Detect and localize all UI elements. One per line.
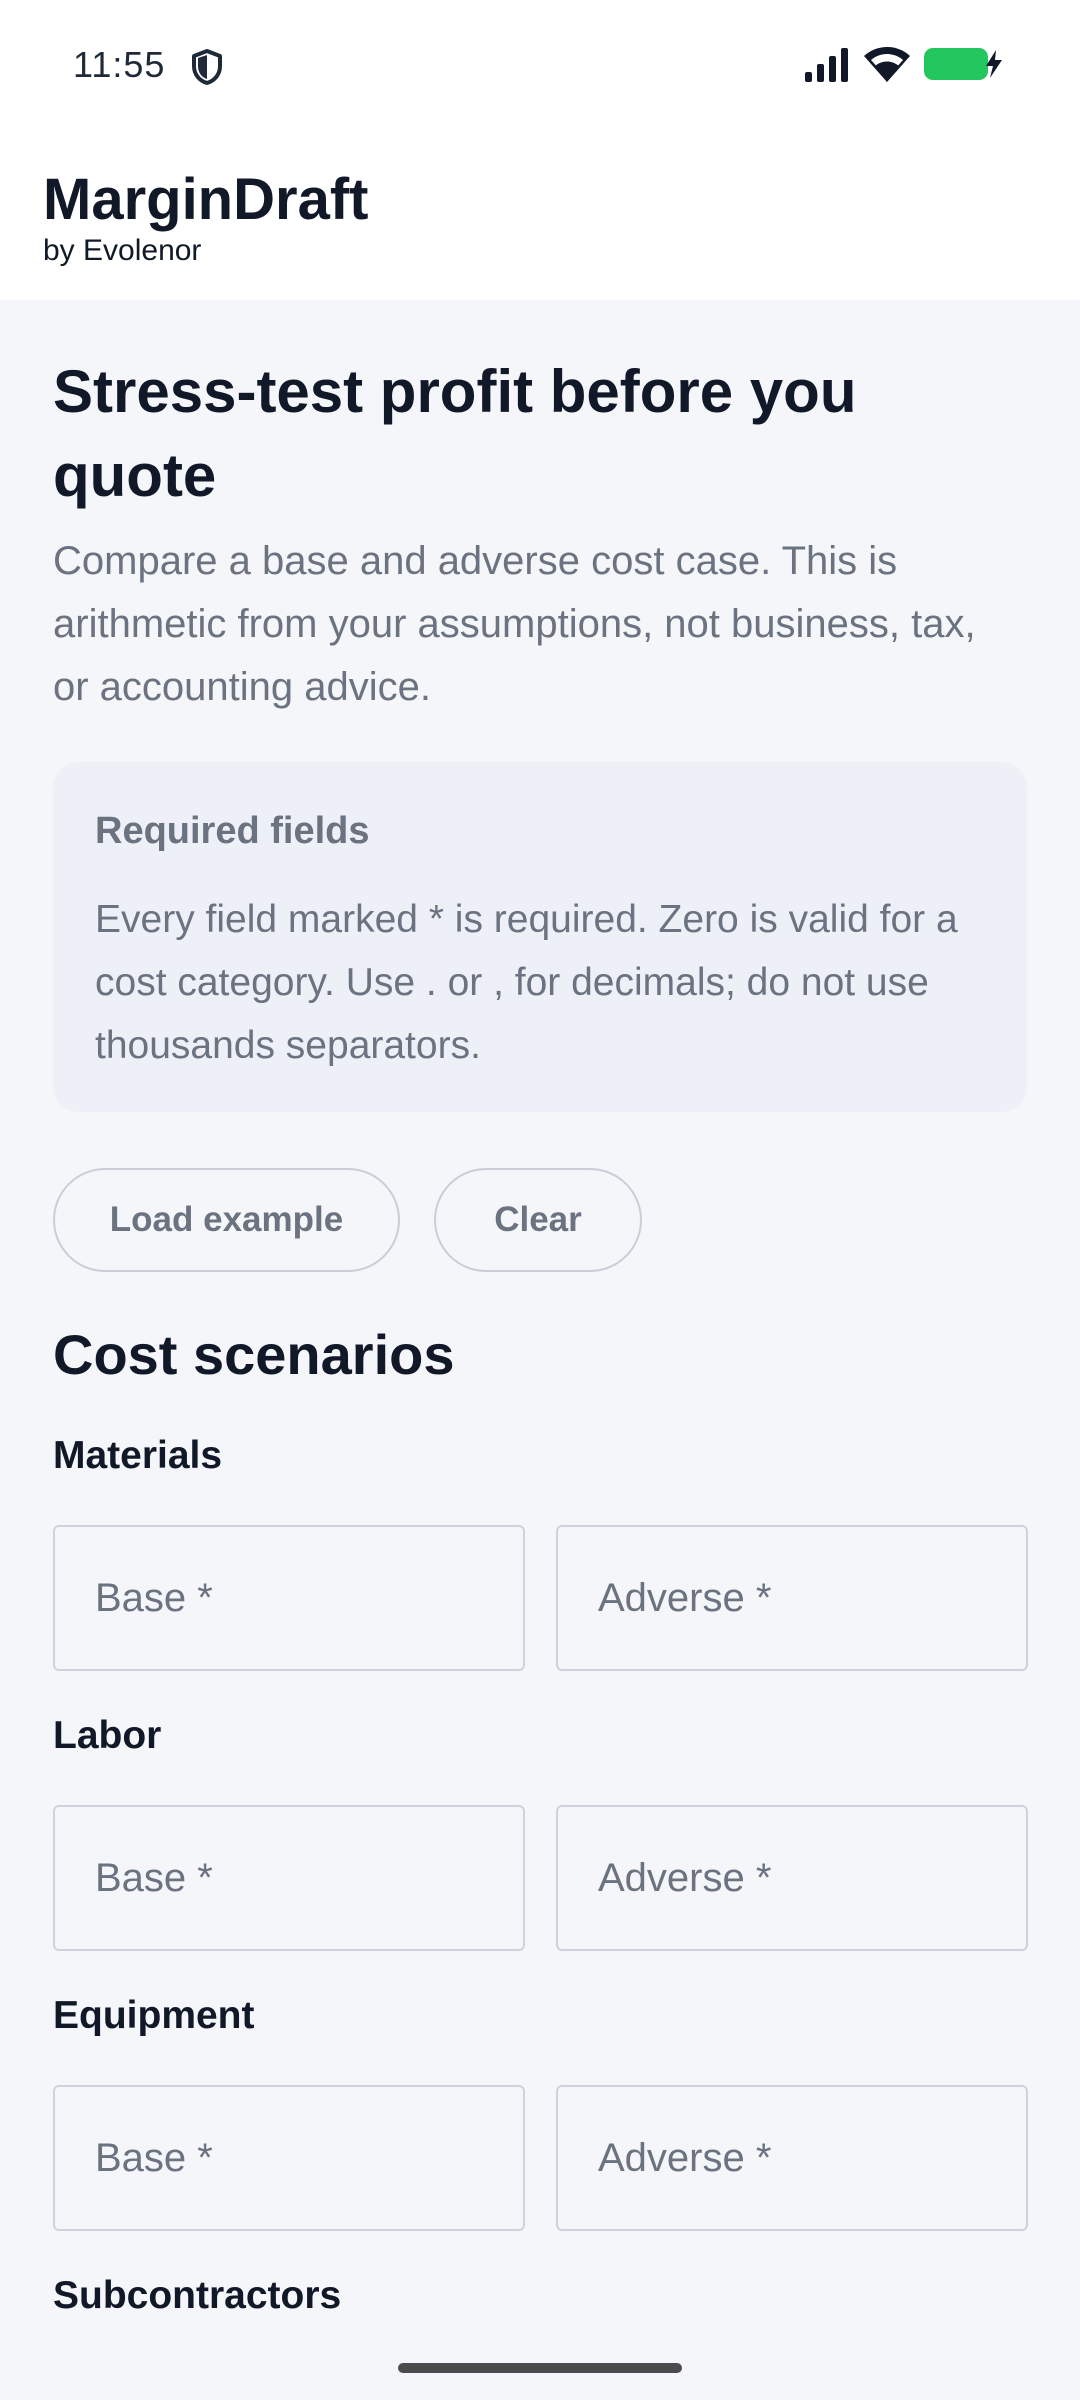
home-indicator[interactable] xyxy=(398,2363,682,2373)
category-label-equipment: Equipment xyxy=(53,1994,255,2037)
clear-button[interactable]: Clear xyxy=(434,1168,642,1272)
shield-icon xyxy=(192,49,222,85)
equipment-adverse-input[interactable] xyxy=(556,2085,1028,2231)
page-description: Compare a base and adverse cost case. Th… xyxy=(53,539,976,709)
category-label-subcontractors: Subcontractors xyxy=(53,2274,342,2317)
signal-icon xyxy=(805,48,848,82)
category-label-labor: Labor xyxy=(53,1714,162,1757)
page-title: Stress-test profit before you quote xyxy=(53,358,857,509)
materials-adverse-input[interactable] xyxy=(556,1525,1028,1671)
labor-adverse-input[interactable] xyxy=(556,1805,1028,1951)
app-subtitle: by Evolenor xyxy=(43,234,202,267)
battery-charging-icon xyxy=(924,48,1002,80)
info-card-text: Every field marked * is required. Zero i… xyxy=(95,898,958,1067)
section-title: Cost scenarios xyxy=(53,1323,455,1386)
app-header: MarginDraft by Evolenor xyxy=(0,130,1080,300)
materials-base-input[interactable] xyxy=(53,1525,525,1671)
category-label-materials: Materials xyxy=(53,1434,223,1477)
wifi-icon xyxy=(864,47,910,82)
info-card-title: Required fields xyxy=(95,810,370,852)
equipment-base-input[interactable] xyxy=(53,2085,525,2231)
status-bar: 11:55 xyxy=(0,0,1080,130)
status-time: 11:55 xyxy=(73,44,166,85)
required-fields-card: Required fields Every field marked * is … xyxy=(53,762,1027,1112)
labor-base-input[interactable] xyxy=(53,1805,525,1951)
load-example-button[interactable]: Load example xyxy=(53,1168,400,1272)
app-title: MarginDraft xyxy=(43,167,369,232)
